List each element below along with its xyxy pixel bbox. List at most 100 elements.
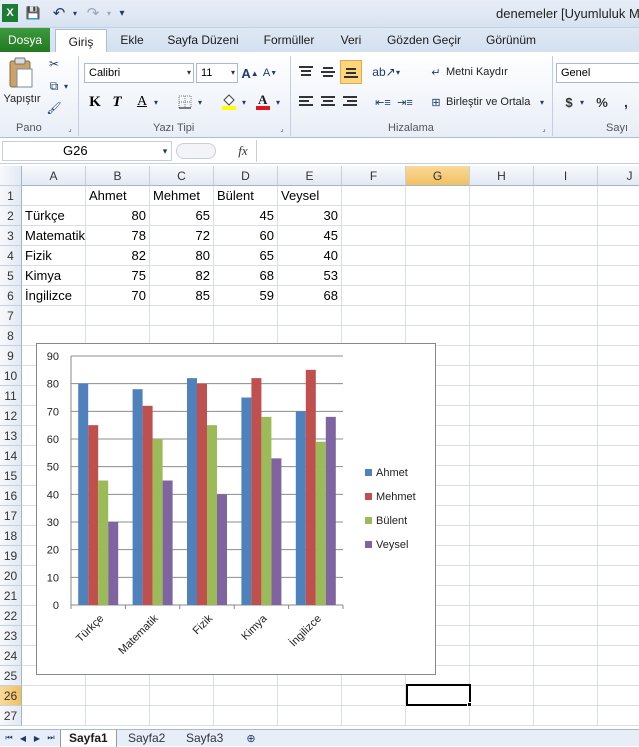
cell-g2[interactable] xyxy=(406,206,470,226)
cell-j6[interactable] xyxy=(598,286,639,306)
cell-c6[interactable]: 85 xyxy=(150,286,214,306)
cell-i15[interactable] xyxy=(534,466,598,486)
cell-j11[interactable] xyxy=(598,386,639,406)
align-left-icon[interactable] xyxy=(296,92,316,112)
font-dialog-launcher-icon[interactable]: ⌟ xyxy=(278,124,286,134)
cell-i10[interactable] xyxy=(534,366,598,386)
cell-e1[interactable]: Veysel xyxy=(278,186,342,206)
orientation-dropdown-icon[interactable]: ▾ xyxy=(394,62,402,82)
cell-d1[interactable]: Bülent xyxy=(214,186,278,206)
cell-i20[interactable] xyxy=(534,566,598,586)
cell-c3[interactable]: 72 xyxy=(150,226,214,246)
copy-icon[interactable]: ⧉ xyxy=(46,78,62,94)
cell-i19[interactable] xyxy=(534,546,598,566)
undo-dropdown-icon[interactable]: ▾ xyxy=(70,4,80,22)
cell-i1[interactable] xyxy=(534,186,598,206)
cell-d26[interactable] xyxy=(214,686,278,706)
cell-f2[interactable] xyxy=(342,206,406,226)
column-header-e[interactable]: E xyxy=(278,166,342,186)
column-chart[interactable]: 0 10 20 30 40 50 60 70 80 90 Türkçe Matematik Fizik K… xyxy=(36,343,436,675)
cell-i21[interactable] xyxy=(534,586,598,606)
row-header-12[interactable]: 12 xyxy=(0,406,22,426)
redo-button[interactable]: ↷ xyxy=(82,4,104,22)
sheet-tab-sayfa2[interactable]: Sayfa2 xyxy=(120,730,173,747)
cell-i26[interactable] xyxy=(534,686,598,706)
cell-h17[interactable] xyxy=(470,506,534,526)
cell-f1[interactable] xyxy=(342,186,406,206)
cell-j18[interactable] xyxy=(598,526,639,546)
cell-h2[interactable] xyxy=(470,206,534,226)
cell-j13[interactable] xyxy=(598,426,639,446)
cell-b5[interactable]: 75 xyxy=(86,266,150,286)
cell-j3[interactable] xyxy=(598,226,639,246)
copy-dropdown-icon[interactable]: ▾ xyxy=(62,78,70,94)
cell-e5[interactable]: 53 xyxy=(278,266,342,286)
cell-j25[interactable] xyxy=(598,666,639,686)
cell-i6[interactable] xyxy=(534,286,598,306)
cell-j20[interactable] xyxy=(598,566,639,586)
tab-formuller[interactable]: Formüller xyxy=(256,28,322,52)
cell-i22[interactable] xyxy=(534,606,598,626)
cell-j7[interactable] xyxy=(598,306,639,326)
cell-h13[interactable] xyxy=(470,426,534,446)
cell-d2[interactable]: 45 xyxy=(214,206,278,226)
cell-e7[interactable] xyxy=(278,306,342,326)
redo-dropdown-icon[interactable]: ▾ xyxy=(104,4,114,22)
cell-j1[interactable] xyxy=(598,186,639,206)
cell-i7[interactable] xyxy=(534,306,598,326)
cell-i8[interactable] xyxy=(534,326,598,346)
row-header-27[interactable]: 27 xyxy=(0,706,22,726)
select-all-corner[interactable] xyxy=(0,166,22,186)
column-header-j[interactable]: J xyxy=(598,166,639,186)
cell-h8[interactable] xyxy=(470,326,534,346)
column-header-a[interactable]: A xyxy=(22,166,86,186)
row-header-3[interactable]: 3 xyxy=(0,226,22,246)
cell-b3[interactable]: 78 xyxy=(86,226,150,246)
cell-h11[interactable] xyxy=(470,386,534,406)
cell-j19[interactable] xyxy=(598,546,639,566)
row-header-8[interactable]: 8 xyxy=(0,326,22,346)
cell-b1[interactable]: Ahmet xyxy=(86,186,150,206)
cell-j5[interactable] xyxy=(598,266,639,286)
row-header-25[interactable]: 25 xyxy=(0,666,22,686)
font-color-dropdown-icon[interactable]: ▾ xyxy=(274,92,282,112)
cell-j26[interactable] xyxy=(598,686,639,706)
cell-j21[interactable] xyxy=(598,586,639,606)
cell-d5[interactable]: 68 xyxy=(214,266,278,286)
cell-b2[interactable]: 80 xyxy=(86,206,150,226)
cell-i9[interactable] xyxy=(534,346,598,366)
cell-g4[interactable] xyxy=(406,246,470,266)
cell-a27[interactable] xyxy=(22,706,86,726)
cell-i12[interactable] xyxy=(534,406,598,426)
column-header-f[interactable]: F xyxy=(342,166,406,186)
tab-giris[interactable]: Giriş xyxy=(55,29,107,53)
cell-d6[interactable]: 59 xyxy=(214,286,278,306)
tab-veri[interactable]: Veri xyxy=(334,28,368,52)
cell-h18[interactable] xyxy=(470,526,534,546)
cell-c2[interactable]: 65 xyxy=(150,206,214,226)
cell-i27[interactable] xyxy=(534,706,598,726)
align-middle-icon[interactable] xyxy=(318,62,338,82)
cell-a3[interactable]: Matematik xyxy=(22,226,86,246)
cell-g1[interactable] xyxy=(406,186,470,206)
font-name-combo[interactable]: Calibri ▾ xyxy=(84,63,194,83)
cell-c4[interactable]: 80 xyxy=(150,246,214,266)
align-top-icon[interactable] xyxy=(296,62,316,82)
row-header-6[interactable]: 6 xyxy=(0,286,22,306)
cell-c5[interactable]: 82 xyxy=(150,266,214,286)
cell-a5[interactable]: Kimya xyxy=(22,266,86,286)
currency-button[interactable]: $ xyxy=(562,92,576,112)
align-right-icon[interactable] xyxy=(340,92,360,112)
cell-i3[interactable] xyxy=(534,226,598,246)
cell-h21[interactable] xyxy=(470,586,534,606)
cell-e4[interactable]: 40 xyxy=(278,246,342,266)
column-header-h[interactable]: H xyxy=(470,166,534,186)
row-header-17[interactable]: 17 xyxy=(0,506,22,526)
cell-i14[interactable] xyxy=(534,446,598,466)
row-header-19[interactable]: 19 xyxy=(0,546,22,566)
cell-j14[interactable] xyxy=(598,446,639,466)
cell-b26[interactable] xyxy=(86,686,150,706)
font-size-combo[interactable]: 11 ▾ xyxy=(196,63,238,83)
cell-h22[interactable] xyxy=(470,606,534,626)
cell-c1[interactable]: Mehmet xyxy=(150,186,214,206)
